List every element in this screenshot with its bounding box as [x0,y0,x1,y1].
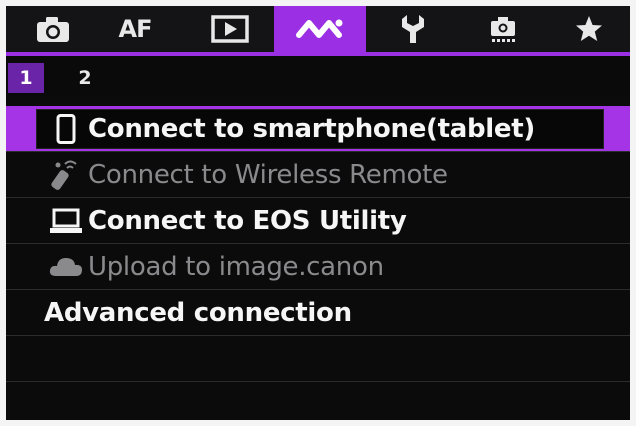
page-tab-2-label: 2 [78,67,92,89]
remote-control-icon [44,152,88,198]
empty-menu-row [6,382,630,420]
menu-item-label: Connect to smartphone(tablet) [88,114,535,144]
tab-custom-functions[interactable] [474,6,532,52]
tab-wireless[interactable] [274,6,366,52]
wireless-icon [296,19,343,38]
page-tab-1[interactable]: 1 [8,63,44,93]
page-tab-2[interactable]: 2 [70,63,100,93]
menu-item-content: Connect to smartphone(tablet) [44,106,535,152]
menu-item-label: Upload to image.canon [88,252,384,282]
menu-item-content: Advanced connection [44,290,352,336]
menu-item-advanced-connection[interactable]: Advanced connection [6,290,630,336]
menu-item-content: Upload to image.canon [44,244,384,290]
tab-af-label: AF [118,15,153,43]
menu-item-label: Connect to EOS Utility [88,206,407,236]
tab-setup[interactable] [384,6,442,52]
camera-menu-screen: AF 1 2 Connect to smartphone(tablet) Con… [6,6,630,420]
custom-function-icon [491,17,515,42]
menu-item-connect-smartphone[interactable]: Connect to smartphone(tablet) [6,106,630,152]
menu-item-content: Connect to EOS Utility [44,198,407,244]
tab-my-menu[interactable] [562,6,616,52]
tab-af[interactable]: AF [106,6,164,52]
menu-item-label: Advanced connection [44,298,352,328]
menu-item-label: Connect to Wireless Remote [88,160,448,190]
smartphone-icon [44,106,88,152]
cloud-icon [44,244,88,290]
menu-item-content: Connect to Wireless Remote [44,152,448,198]
empty-menu-row [6,336,630,382]
laptop-icon [44,198,88,244]
menu-tab-bar: AF [6,6,630,52]
menu-item-connect-wireless-remote[interactable]: Connect to Wireless Remote [6,152,630,198]
star-icon [576,16,602,41]
playback-icon [211,15,249,43]
menu-item-upload-image-canon[interactable]: Upload to image.canon [6,244,630,290]
camera-icon [37,17,69,42]
tab-shooting[interactable] [24,6,82,52]
page-selector: 1 2 [6,56,630,96]
wrench-icon [402,15,424,43]
tab-playback[interactable] [201,6,259,52]
page-tab-1-label: 1 [19,67,33,89]
menu-item-connect-eos-utility[interactable]: Connect to EOS Utility [6,198,630,244]
